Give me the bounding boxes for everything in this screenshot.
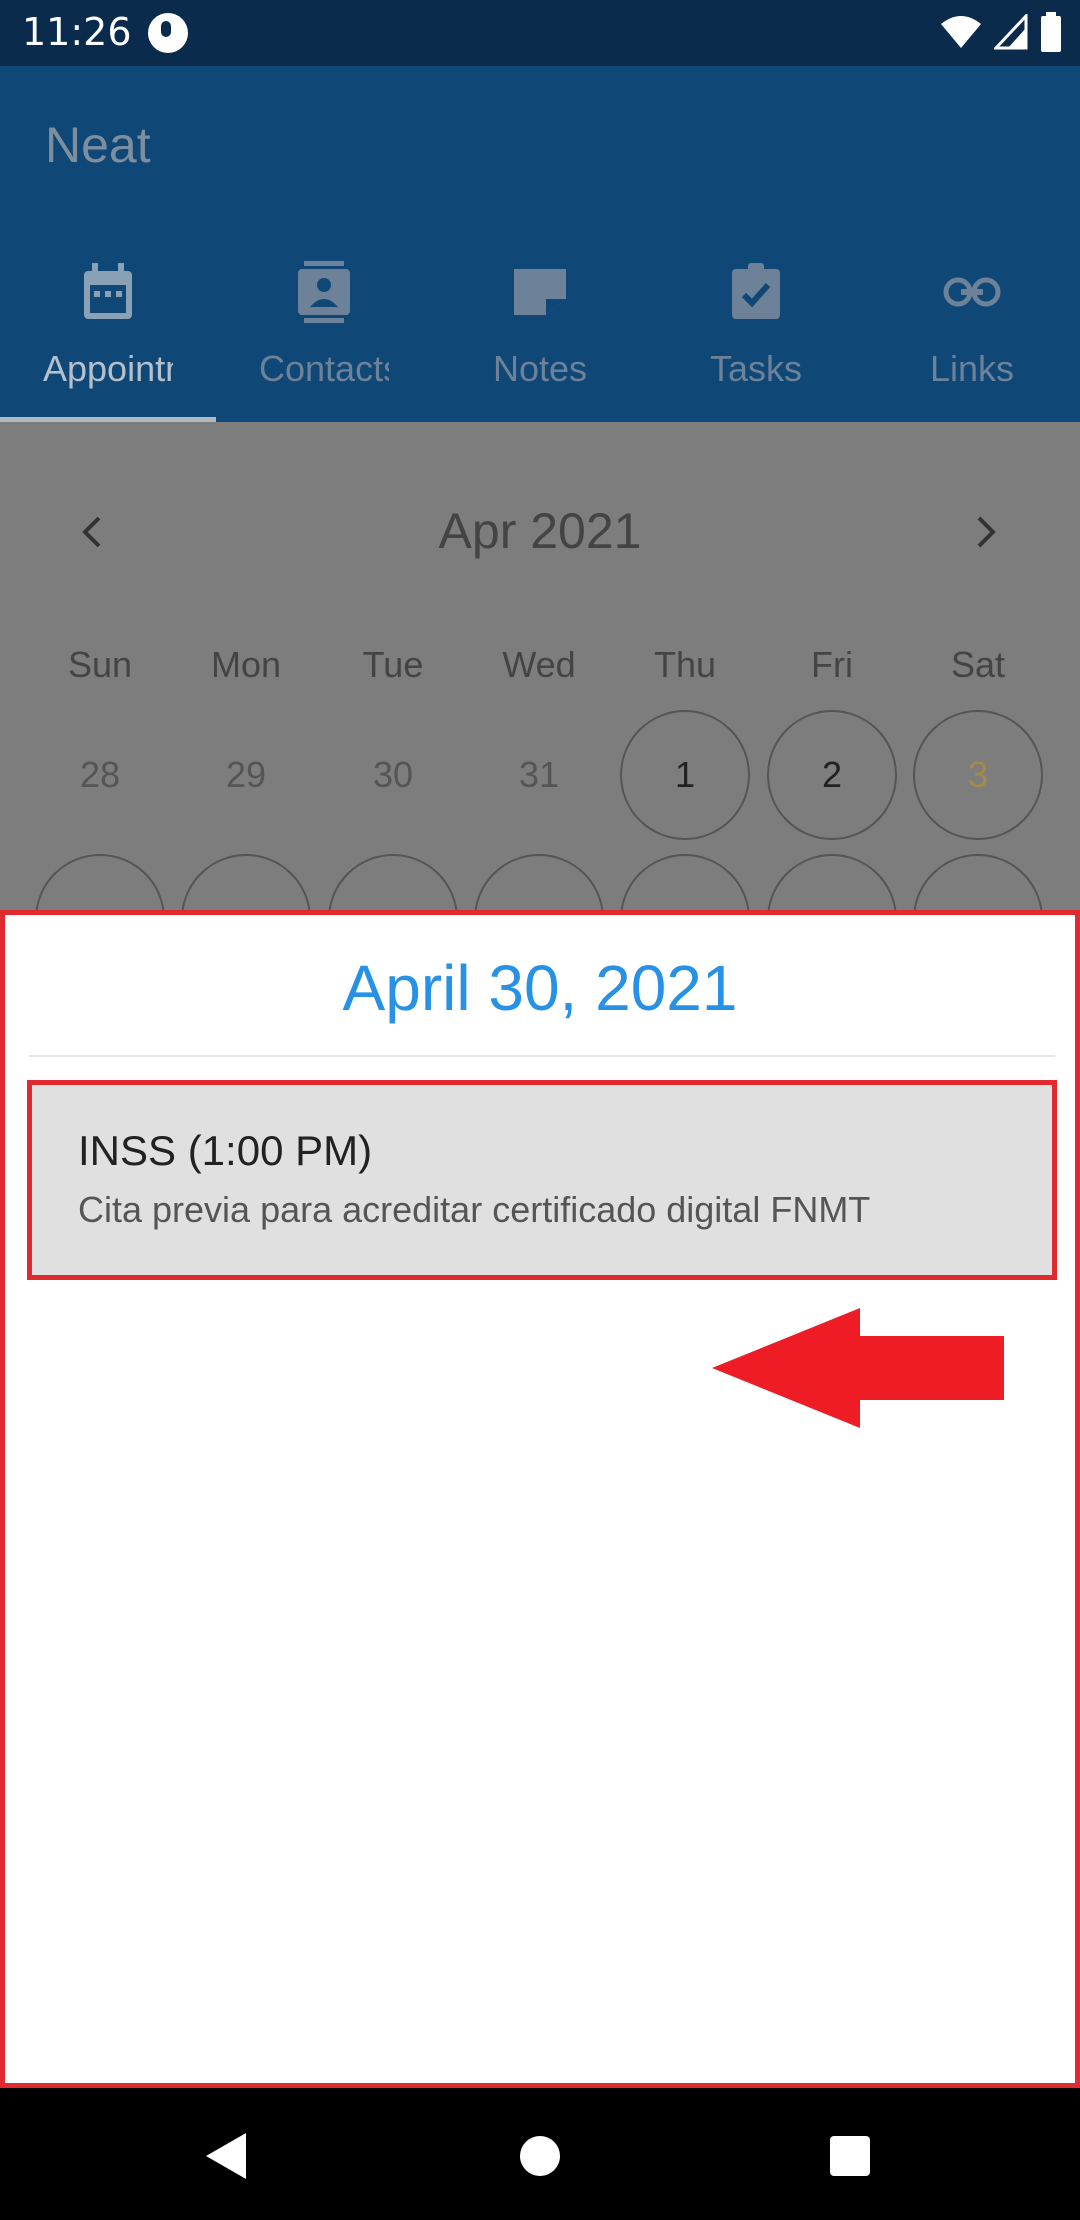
- tab-tasks[interactable]: Tasks: [648, 236, 864, 422]
- sheet-date-heading: April 30, 2021: [342, 952, 738, 1024]
- calendar-day[interactable]: 31: [474, 710, 604, 840]
- previous-month-button[interactable]: [62, 502, 122, 562]
- tab-appointments[interactable]: Appointments: [0, 236, 216, 422]
- annotation-arrow-icon: [712, 1308, 1004, 1428]
- tab-links[interactable]: Links: [864, 236, 1080, 422]
- app-title: Neat: [45, 117, 151, 173]
- divider: [29, 1055, 1055, 1057]
- status-time: 11:26: [22, 10, 132, 54]
- calendar-dimmed: Apr 2021 Sun Mon Tue Wed Thu Fri Sat 28 …: [0, 422, 1080, 984]
- calendar-day[interactable]: 29: [181, 710, 311, 840]
- calendar-icon: [76, 260, 140, 324]
- calendar-day[interactable]: 2: [767, 710, 897, 840]
- tab-bar: Appointments Contacts Notes Tasks Lin: [0, 236, 1080, 422]
- contact-card-icon: [292, 260, 356, 324]
- navigation-bar: [0, 2088, 1080, 2220]
- battery-icon: [1040, 11, 1062, 57]
- tab-contacts-label: Contacts: [259, 348, 389, 389]
- wifi-icon: [940, 14, 982, 55]
- weekday-label: Mon: [210, 644, 282, 685]
- calendar-month-label: Apr 2021: [438, 503, 642, 559]
- next-month-button[interactable]: [956, 502, 1016, 562]
- tab-notes[interactable]: Notes: [432, 236, 648, 422]
- weekday-label: Wed: [502, 644, 576, 685]
- appointment-title: INSS (1:00 PM): [78, 1127, 373, 1174]
- app-bar: Neat Appointments Contacts Notes Tasks: [0, 66, 1080, 422]
- weekday-label: Fri: [811, 644, 853, 685]
- weekday-label: Sun: [67, 644, 133, 685]
- calendar-day[interactable]: 28: [35, 710, 165, 840]
- calendar-day[interactable]: 1: [620, 710, 750, 840]
- task-clipboard-icon: [724, 260, 788, 324]
- weekday-label: Sat: [950, 644, 1006, 685]
- calendar-day[interactable]: 3: [913, 710, 1043, 840]
- back-icon[interactable]: [194, 2124, 258, 2188]
- signal-icon: [992, 11, 1028, 55]
- appointments-bottom-sheet: April 30, 2021 INSS (1:00 PM) Cita previ…: [0, 910, 1080, 2088]
- calendar-day[interactable]: 30: [328, 710, 458, 840]
- link-icon: [940, 260, 1004, 324]
- recents-icon[interactable]: [818, 2124, 882, 2188]
- weekday-label: Tue: [362, 644, 424, 685]
- status-bar: 11:26: [0, 0, 1080, 66]
- app-notification-icon: [148, 13, 188, 53]
- tab-tasks-label: Tasks: [709, 348, 803, 389]
- status-icons: [940, 11, 1062, 57]
- appointment-item[interactable]: INSS (1:00 PM) Cita previa para acredita…: [27, 1080, 1057, 1280]
- home-icon[interactable]: [508, 2124, 572, 2188]
- tab-links-label: Links: [929, 348, 1015, 389]
- tab-appointments-label: Appointments: [43, 348, 173, 389]
- appointment-description: Cita previa para acreditar certificado d…: [78, 1189, 871, 1230]
- note-icon: [508, 260, 572, 324]
- weekday-label: Thu: [653, 644, 717, 685]
- tab-notes-label: Notes: [492, 348, 588, 389]
- tab-contacts[interactable]: Contacts: [216, 236, 432, 422]
